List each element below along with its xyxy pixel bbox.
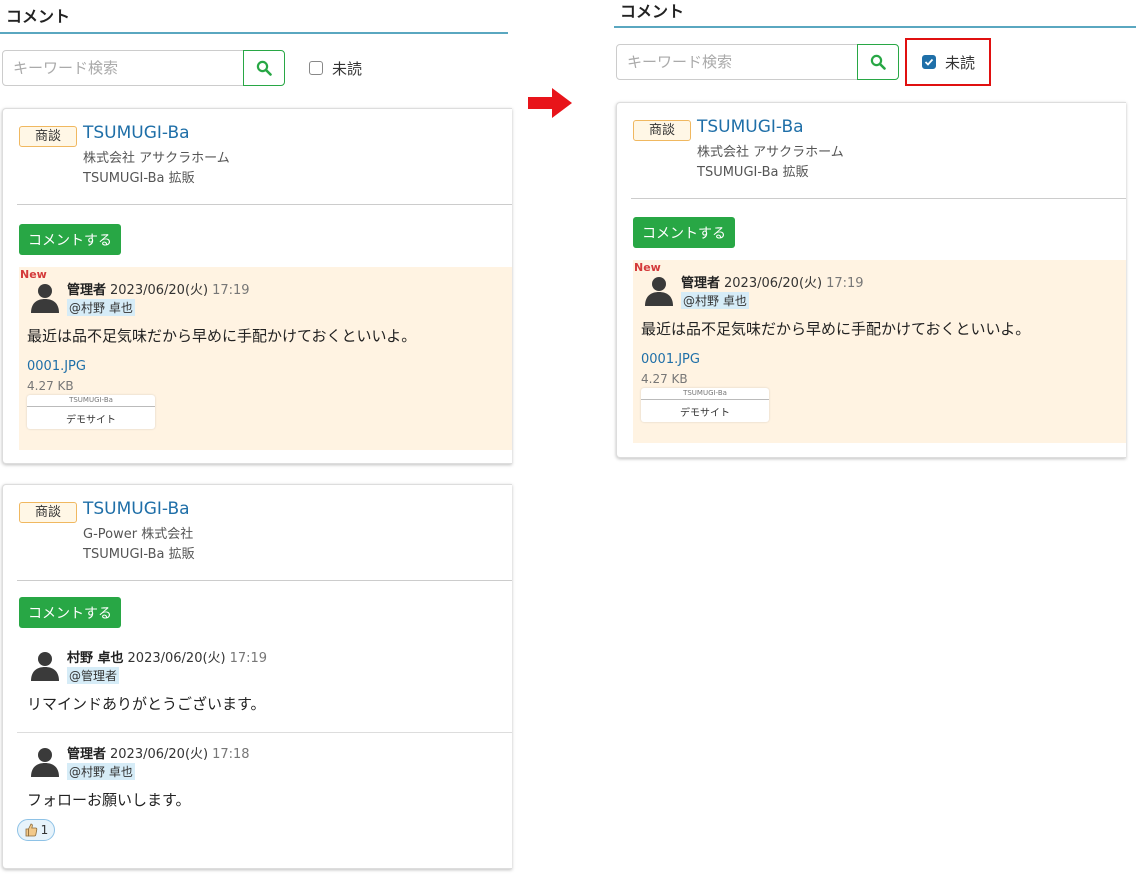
unread-label: 未読	[332, 59, 363, 78]
comment-card: 商談 TSUMUGI-Ba G-Power 株式会社 TSUMUGI-Ba 拡販…	[2, 484, 512, 869]
category-tag: 商談	[633, 120, 691, 141]
company-name: G-Power 株式会社	[83, 527, 194, 542]
unread-filter[interactable]: 未読	[309, 50, 362, 86]
comment-item-unread: New 管理者 2023/06/20(火) 17:19 @村野 卓也 最近は品不足気…	[633, 260, 1126, 443]
deal-name: TSUMUGI-Ba 拡販	[697, 165, 809, 180]
user-avatar-icon	[29, 745, 61, 777]
attachment-thumbnail[interactable]: TSUMUGI-Ba デモサイト	[641, 388, 769, 422]
user-avatar-icon	[29, 281, 61, 313]
comment-body: 最近は品不足気味だから早めに手配かけておくといいよ。	[27, 327, 417, 345]
category-tag: 商談	[19, 502, 77, 523]
attachment-thumbnail[interactable]: TSUMUGI-Ba デモサイト	[27, 395, 155, 429]
search-button[interactable]	[857, 44, 899, 80]
comment-item: 管理者 2023/06/20(火) 17:18 @村野 卓也 フォローお願いします。	[19, 731, 512, 861]
search-input[interactable]	[616, 44, 858, 80]
comment-button[interactable]: コメントする	[19, 597, 121, 628]
new-badge: New	[634, 261, 661, 274]
author-name: 管理者	[681, 276, 721, 291]
mention-tag[interactable]: @村野 卓也	[67, 299, 135, 316]
attachment-link[interactable]: 0001.JPG	[641, 352, 700, 367]
comment-body: フォローお願いします。	[27, 791, 191, 809]
arrow-right-icon	[528, 88, 572, 118]
comment-date: 2023/06/20(火)	[110, 747, 209, 762]
comment-date: 2023/06/20(火)	[724, 276, 823, 291]
search-icon	[870, 54, 886, 70]
comment-date: 2023/06/20(火)	[110, 283, 209, 298]
thumbnail-divider	[27, 406, 155, 407]
company-name: 株式会社 アサクラホーム	[83, 151, 230, 166]
project-link[interactable]: TSUMUGI-Ba	[83, 499, 190, 519]
project-link[interactable]: TSUMUGI-Ba	[697, 117, 804, 137]
card-header: 商談 TSUMUGI-Ba 株式会社 アサクラホーム TSUMUGI-Ba 拡販	[17, 109, 512, 205]
comment-time: 17:19	[826, 276, 864, 291]
project-link[interactable]: TSUMUGI-Ba	[83, 123, 190, 143]
unread-checkbox[interactable]	[309, 61, 323, 75]
comment-button[interactable]: コメントする	[19, 224, 121, 255]
search-bar: 未読	[614, 38, 1136, 86]
unread-checkbox-checked[interactable]	[922, 55, 936, 69]
comment-author: 村野 卓也 2023/06/20(火) 17:19	[67, 647, 267, 666]
comment-card: 商談 TSUMUGI-Ba 株式会社 アサクラホーム TSUMUGI-Ba 拡販…	[2, 108, 512, 464]
deal-name: TSUMUGI-Ba 拡販	[83, 547, 195, 562]
comment-time: 17:18	[212, 747, 250, 762]
comment-time: 17:19	[212, 283, 250, 298]
thumbnail-caption: デモサイト	[680, 408, 730, 419]
search-bar: 未読	[0, 50, 508, 90]
comment-body: 最近は品不足気味だから早めに手配かけておくといいよ。	[641, 320, 1031, 338]
attachment-size: 4.27 KB	[27, 379, 74, 393]
user-avatar-icon	[643, 274, 675, 306]
thumbnail-logo: TSUMUGI-Ba	[69, 396, 113, 404]
unread-label: 未読	[945, 53, 976, 72]
comment-item: 村野 卓也 2023/06/20(火) 17:19 @管理者 リマインドありがとうご…	[19, 635, 512, 725]
attachment-link[interactable]: 0001.JPG	[27, 359, 86, 374]
category-tag: 商談	[19, 126, 77, 147]
mention-tag[interactable]: @村野 卓也	[67, 763, 135, 780]
comment-panel-before: コメント 未読 商談 TSUMUGI-Ba 株式会社 アサクラホーム TSUMU…	[0, 0, 512, 887]
thumbnail-caption: デモサイト	[66, 415, 116, 426]
comment-time: 17:19	[229, 651, 268, 666]
card-header: 商談 TSUMUGI-Ba 株式会社 アサクラホーム TSUMUGI-Ba 拡販	[631, 103, 1126, 199]
deal-name: TSUMUGI-Ba 拡販	[83, 171, 195, 186]
reaction-button[interactable]: 1	[17, 819, 55, 841]
author-name: 村野 卓也	[67, 651, 124, 666]
card-header: 商談 TSUMUGI-Ba G-Power 株式会社 TSUMUGI-Ba 拡販	[17, 485, 512, 581]
reaction-count: 1	[40, 823, 49, 837]
comment-panel-after: コメント 未読 商談 TSUMUGI-Ba 株式会社 アサクラホーム TSUMU…	[614, 0, 1136, 887]
new-badge: New	[20, 268, 47, 281]
comment-button[interactable]: コメントする	[633, 217, 735, 248]
search-button[interactable]	[243, 50, 285, 86]
search-input[interactable]	[2, 50, 244, 86]
comment-date: 2023/06/20(火)	[127, 651, 226, 666]
page-title: コメント	[0, 0, 508, 34]
mention-tag[interactable]: @管理者	[67, 667, 120, 684]
thumbs-up-icon	[25, 823, 37, 837]
author-name: 管理者	[67, 283, 107, 298]
page-title: コメント	[614, 0, 1136, 28]
author-name: 管理者	[67, 747, 107, 762]
comment-author: 管理者 2023/06/20(火) 17:18	[67, 743, 250, 762]
comment-card: 商談 TSUMUGI-Ba 株式会社 アサクラホーム TSUMUGI-Ba 拡販…	[616, 102, 1126, 458]
check-icon	[924, 58, 934, 66]
unread-filter[interactable]: 未読	[922, 44, 975, 80]
comment-author: 管理者 2023/06/20(火) 17:19	[681, 272, 864, 291]
mention-tag[interactable]: @村野 卓也	[681, 292, 749, 309]
thumbnail-logo: TSUMUGI-Ba	[683, 389, 727, 397]
user-avatar-icon	[29, 649, 61, 681]
comment-author: 管理者 2023/06/20(火) 17:19	[67, 279, 250, 298]
company-name: 株式会社 アサクラホーム	[697, 145, 844, 160]
comment-item-unread: New 管理者 2023/06/20(火) 17:19 @村野 卓也 最近は品不足気…	[19, 267, 512, 450]
thumbnail-divider	[641, 399, 769, 400]
search-icon	[256, 60, 272, 76]
attachment-size: 4.27 KB	[641, 372, 688, 386]
comment-body: リマインドありがとうございます。	[27, 695, 266, 713]
